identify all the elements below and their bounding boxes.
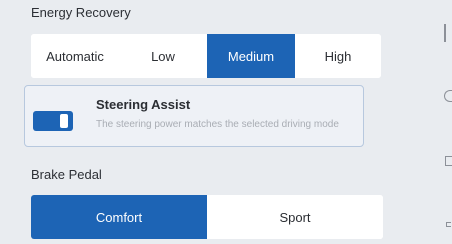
energy-recovery-label: Energy Recovery (31, 5, 131, 20)
energy-option-automatic[interactable]: Automatic (31, 34, 119, 78)
square-icon (445, 156, 452, 166)
bar-icon (444, 24, 446, 42)
energy-option-low[interactable]: Low (119, 34, 207, 78)
energy-recovery-selector: Automatic Low Medium High (31, 34, 381, 78)
brake-pedal-label: Brake Pedal (31, 167, 102, 182)
steering-assist-toggle[interactable] (33, 111, 73, 131)
settings-panel: Energy Recovery Automatic Low Medium Hig… (0, 0, 452, 244)
steering-assist-title: Steering Assist (96, 97, 191, 112)
toggle-knob (60, 114, 68, 128)
energy-option-high[interactable]: High (295, 34, 381, 78)
brake-option-comfort[interactable]: Comfort (31, 195, 207, 239)
steering-assist-description: The steering power matches the selected … (96, 119, 339, 130)
energy-option-medium[interactable]: Medium (207, 34, 295, 78)
brake-pedal-selector: Comfort Sport (31, 195, 383, 239)
small-square-icon (446, 222, 451, 227)
brake-option-sport[interactable]: Sport (207, 195, 383, 239)
circle-icon (444, 90, 452, 102)
steering-assist-card: Steering Assist The steering power match… (24, 85, 364, 147)
